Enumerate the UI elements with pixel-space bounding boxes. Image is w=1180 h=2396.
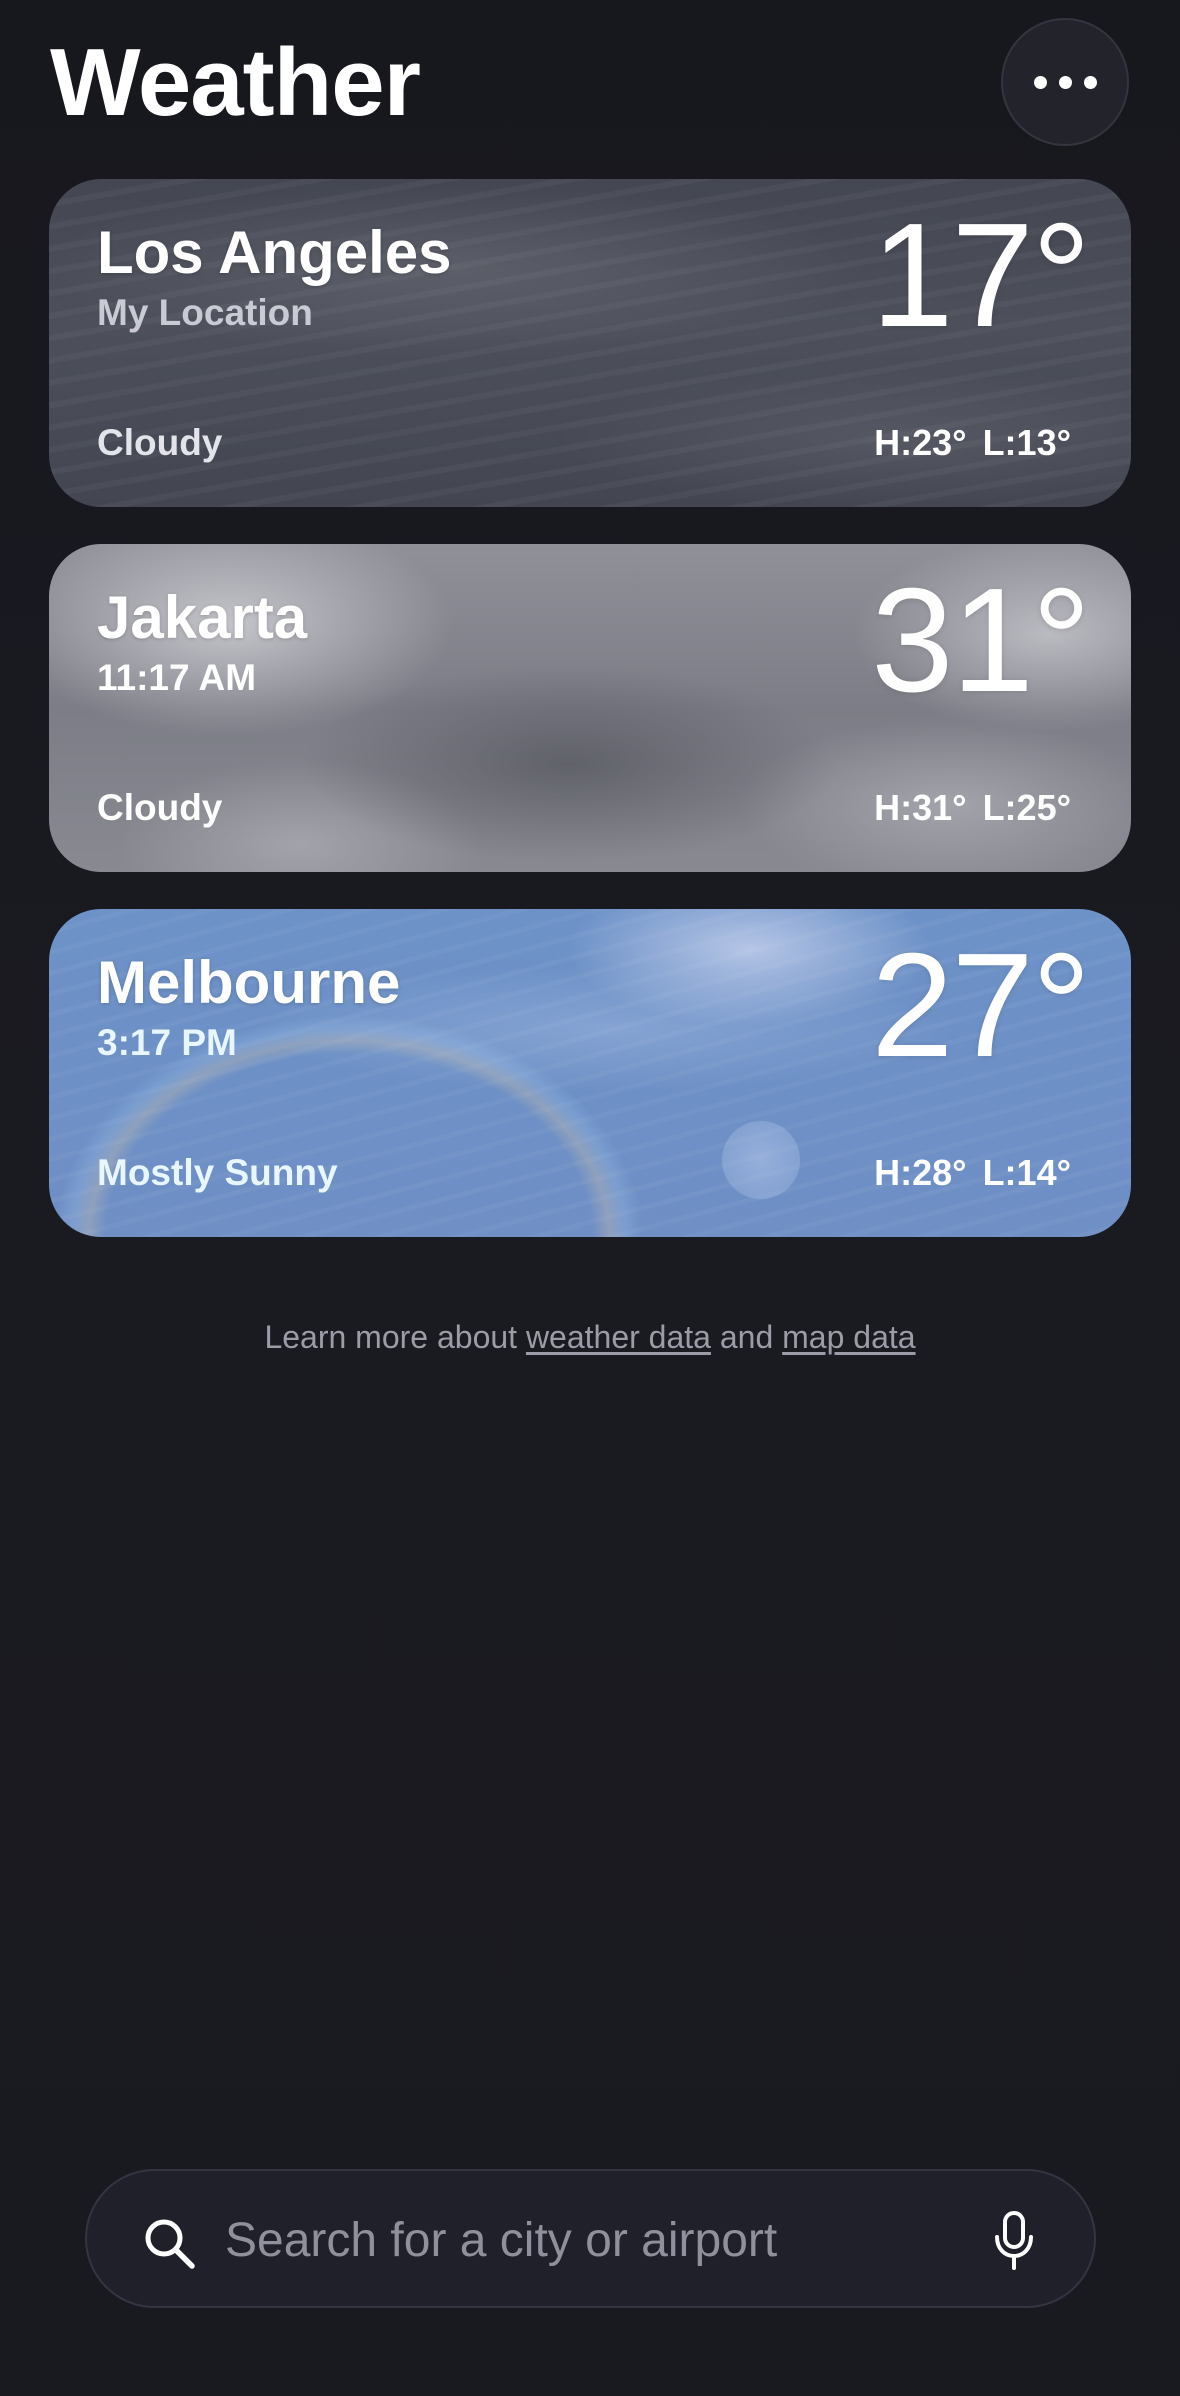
attribution-prefix: Learn more about [264, 1319, 526, 1355]
ellipsis-icon [1033, 75, 1047, 89]
attribution-middle: and [710, 1319, 783, 1355]
local-time: 11:17 AM [97, 657, 257, 698]
high-low-temperature: H:28° L:14° [874, 1152, 1071, 1193]
search-bar[interactable]: Search for a city or airport [85, 2169, 1096, 2308]
ellipsis-icon [1083, 75, 1097, 89]
current-temperature: 31° [871, 558, 1091, 723]
location-card-jakarta[interactable]: Jakarta 11:17 AM 31° Cloudy H:31° L:25° [49, 544, 1131, 872]
current-temperature: 17° [871, 193, 1091, 358]
city-name: Los Angeles [97, 219, 452, 286]
high-low-temperature: H:31° L:25° [874, 787, 1071, 828]
page-title: Weather [50, 29, 421, 136]
data-attribution: Learn more about weather data and map da… [0, 1315, 1180, 1359]
current-temperature: 27° [871, 923, 1091, 1088]
high-low-temperature: H:23° L:13° [874, 422, 1071, 463]
location-card-melbourne[interactable]: Melbourne 3:17 PM 27° Mostly Sunny H:28°… [49, 909, 1131, 1237]
map-data-link[interactable]: map data [782, 1319, 915, 1355]
weather-condition: Cloudy [97, 422, 223, 463]
search-icon [145, 2219, 195, 2269]
search-placeholder[interactable]: Search for a city or airport [225, 2215, 777, 2267]
weather-app: Weather Los Angeles My Location 17° Clou… [0, 0, 1180, 2396]
weather-data-link[interactable]: weather data [526, 1319, 711, 1355]
city-name: Jakarta [97, 584, 308, 651]
city-name: Melbourne [97, 949, 401, 1016]
weather-condition: Cloudy [97, 787, 223, 828]
location-card-los-angeles[interactable]: Los Angeles My Location 17° Cloudy H:23°… [49, 179, 1131, 507]
more-options-button[interactable] [1001, 18, 1129, 146]
location-subtitle: My Location [97, 292, 313, 333]
ellipsis-icon [1058, 75, 1072, 89]
weather-condition: Mostly Sunny [97, 1152, 338, 1193]
local-time: 3:17 PM [97, 1022, 237, 1063]
microphone-icon[interactable] [992, 2211, 1036, 2271]
